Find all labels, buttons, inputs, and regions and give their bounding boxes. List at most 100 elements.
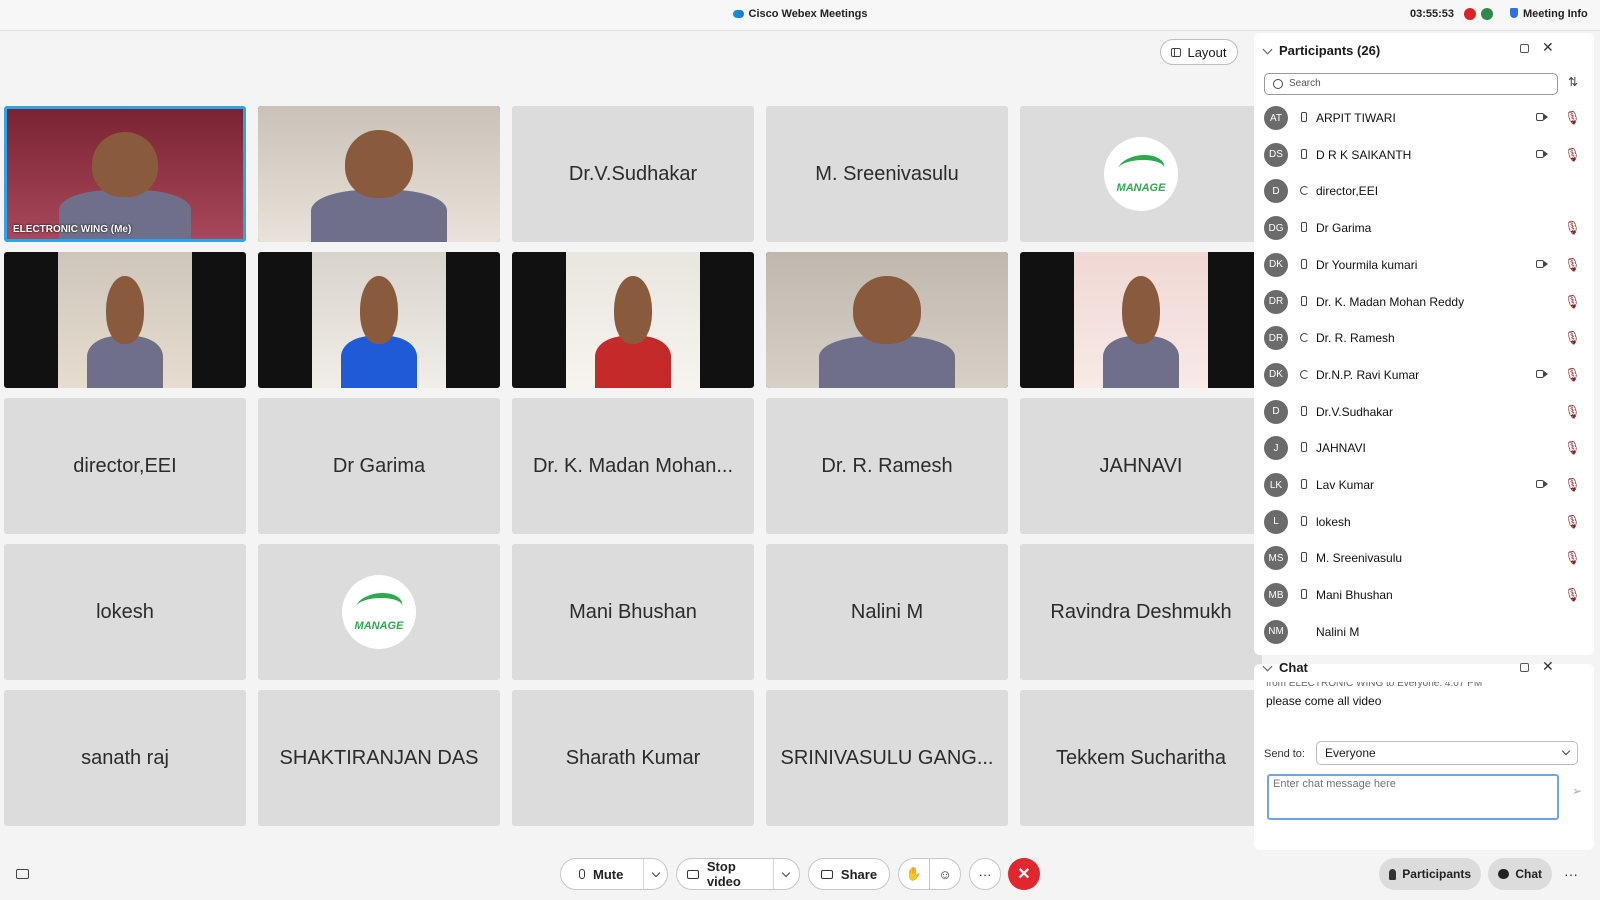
layout-grid-icon [1171,47,1182,57]
participant-row[interactable]: DK Dr Yourmila kumari 🎙 [1254,247,1594,284]
participant-tile-name: Dr. R. Ramesh [821,454,953,477]
video-tile[interactable] [258,252,500,388]
participant-tile[interactable]: Dr Garima [258,398,500,534]
participant-tile[interactable]: M. Sreenivasulu [766,106,1008,242]
participant-tile[interactable]: JAHNAVI [1020,398,1262,534]
leave-meeting-button[interactable]: ✕ [1008,858,1040,890]
participant-tile[interactable]: Sharath Kumar [512,690,754,826]
participant-row[interactable]: NM Nalini M [1254,614,1594,651]
participant-tile[interactable]: director,EEI [4,398,246,534]
chat-header[interactable]: Chat [1262,660,1308,675]
share-button[interactable]: Share [808,858,890,890]
video-options[interactable] [774,868,800,877]
popout-icon[interactable] [1520,663,1529,672]
participant-tile[interactable]: Nalini M [766,544,1008,680]
video-tile[interactable] [512,252,754,388]
muted-microphone-icon[interactable]: 🎙 [1564,440,1581,456]
layout-button[interactable]: Layout [1160,39,1238,65]
participant-tile[interactable]: lokesh [4,544,246,680]
close-icon[interactable]: ✕ [1542,658,1554,675]
participant-name: JAHNAVI [1316,441,1366,456]
mute-options[interactable] [644,868,667,877]
muted-microphone-icon[interactable]: 🎙 [1564,147,1581,163]
sync-icon [1300,369,1309,379]
participant-tile[interactable]: Mani Bhushan [512,544,754,680]
muted-microphone-icon[interactable]: 🎙 [1564,367,1581,383]
participant-tile[interactable]: MANAGE [258,544,500,680]
mute-button[interactable]: Mute [560,858,668,890]
network-status-icon[interactable] [1481,8,1493,20]
participant-row[interactable]: Ddirector,EEI [1254,173,1594,210]
muted-microphone-icon[interactable]: 🎙 [1564,404,1581,420]
participant-tile[interactable]: Dr. R. Ramesh [766,398,1008,534]
recording-icon[interactable] [1464,8,1476,20]
shield-icon [1510,8,1518,18]
avatar: J [1264,436,1288,461]
participant-row[interactable]: AT ARPIT TIWARI 🎙 [1254,100,1594,137]
person-silhouette [311,190,447,242]
video-tile[interactable] [1020,252,1262,388]
send-to-select[interactable]: Everyone [1316,741,1578,765]
more-options-button[interactable]: ··· [969,858,1001,890]
muted-microphone-icon[interactable]: 🎙 [1564,477,1581,493]
participant-row[interactable]: MS M. Sreenivasulu 🎙 [1254,540,1594,577]
chat-toggle-button[interactable]: Chat [1488,858,1552,890]
participant-tile[interactable]: SRINIVASULU GANG... [766,690,1008,826]
collapse-chevron-icon[interactable] [1262,44,1273,54]
participant-row[interactable]: DR Dr. R. Ramesh 🎙 [1254,320,1594,357]
raise-hand-button[interactable]: ✋ [898,858,930,890]
participant-tile[interactable]: SHAKTIRANJAN DAS [258,690,500,826]
participant-row[interactable]: DR Dr. K. Madan Mohan Reddy 🎙 [1254,284,1594,321]
popout-icon[interactable] [1520,44,1529,53]
stop-video-main[interactable]: Stop video [677,859,773,889]
participants-toggle-button[interactable]: Participants [1379,858,1481,890]
sync-icon [1300,186,1309,196]
participant-row[interactable]: DG Dr Garima 🎙 [1254,210,1594,247]
participant-tile-name: sanath raj [81,746,169,769]
mobile-device-icon [1301,515,1307,526]
muted-microphone-icon[interactable]: 🎙 [1564,220,1581,236]
share-screen-icon [820,869,833,879]
collapse-chevron-icon[interactable] [1262,661,1273,671]
chat-input[interactable] [1267,774,1559,820]
captions-icon[interactable] [16,869,29,879]
participant-row[interactable]: Llokesh 🎙 [1254,504,1594,541]
stop-video-button[interactable]: Stop video [676,858,800,890]
participant-row[interactable]: J JAHNAVI 🎙 [1254,430,1594,467]
muted-microphone-icon[interactable]: 🎙 [1564,587,1581,603]
video-camera-icon [687,869,699,879]
participant-tile[interactable]: Dr. K. Madan Mohan... [512,398,754,534]
video-tile[interactable] [4,252,246,388]
muted-microphone-icon[interactable]: 🎙 [1564,550,1581,566]
chat-message: please come all video [1266,694,1382,708]
participant-row[interactable]: D Dr.V.Sudhakar 🎙 [1254,394,1594,431]
participant-tile[interactable]: Ravindra Deshmukh [1020,544,1262,680]
participant-row[interactable]: LK Lav Kumar 🎙 [1254,467,1594,504]
participant-tile[interactable]: Tekkem Sucharitha [1020,690,1262,826]
participant-row[interactable]: DS D R K SAIKANTH 🎙 [1254,137,1594,174]
ellipsis-icon[interactable]: ··· [1564,866,1578,882]
leaf-icon [1114,154,1168,182]
participant-row[interactable]: MB Mani Bhushan 🎙 [1254,577,1594,614]
mute-main[interactable]: Mute [561,867,643,882]
muted-microphone-icon[interactable]: 🎙 [1564,110,1581,126]
participant-tile[interactable]: MANAGE [1020,106,1262,242]
muted-microphone-icon[interactable]: 🎙 [1564,514,1581,530]
video-tile[interactable]: ELECTRONIC WING (Me) [4,106,246,242]
sort-icon[interactable]: ⇅ [1568,75,1578,89]
close-icon[interactable]: ✕ [1542,39,1554,56]
muted-microphone-icon[interactable]: 🎙 [1564,330,1581,346]
video-tile[interactable] [258,106,500,242]
video-tile[interactable] [766,252,1008,388]
participant-search-input[interactable]: Search [1264,73,1558,95]
reactions-button[interactable]: ☺ [929,858,961,890]
meeting-info-button[interactable]: Meeting Info [1510,8,1588,20]
participant-tile[interactable]: Dr.V.Sudhakar [512,106,754,242]
participant-tile[interactable]: sanath raj [4,690,246,826]
participants-header[interactable]: Participants (26) [1262,43,1380,58]
mobile-device-icon [1301,148,1307,159]
muted-microphone-icon[interactable]: 🎙 [1564,294,1581,310]
send-icon[interactable]: ➢ [1572,784,1582,798]
muted-microphone-icon[interactable]: 🎙 [1564,257,1581,273]
participant-row[interactable]: DK Dr.N.P. Ravi Kumar 🎙 [1254,357,1594,394]
